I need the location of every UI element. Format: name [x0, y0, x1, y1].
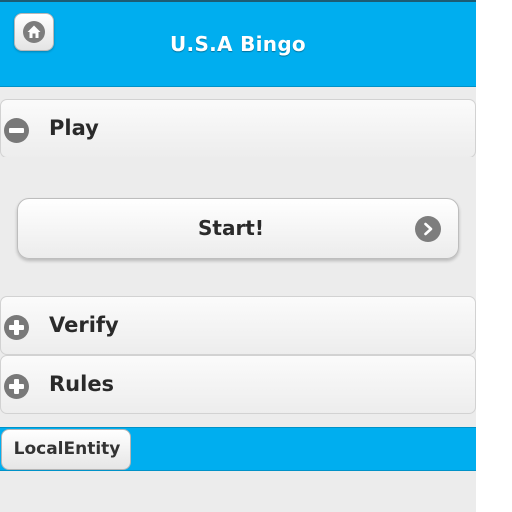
plus-icon — [4, 374, 29, 399]
footer-bar: LocalEntity — [0, 427, 476, 471]
start-button-label: Start! — [197, 216, 264, 240]
app-screen: U.S.A Bingo Play Start! Verify Rules Loc… — [0, 0, 476, 512]
start-button[interactable]: Start! — [17, 198, 459, 259]
plus-icon — [4, 315, 29, 340]
section-play-content: Start! — [0, 157, 476, 297]
section-rules-header[interactable]: Rules — [0, 355, 476, 414]
chevron-right-icon — [415, 216, 441, 242]
section-play-label: Play — [49, 116, 99, 140]
minus-icon — [4, 118, 29, 143]
section-rules-label: Rules — [49, 372, 115, 396]
local-entity-label: LocalEntity — [13, 439, 121, 459]
page-title: U.S.A Bingo — [170, 32, 306, 56]
section-verify-label: Verify — [49, 313, 119, 337]
section-play-header[interactable]: Play — [0, 99, 476, 158]
section-verify-header[interactable]: Verify — [0, 296, 476, 355]
local-entity-button[interactable]: LocalEntity — [1, 429, 131, 470]
header-bar: U.S.A Bingo — [0, 0, 476, 87]
